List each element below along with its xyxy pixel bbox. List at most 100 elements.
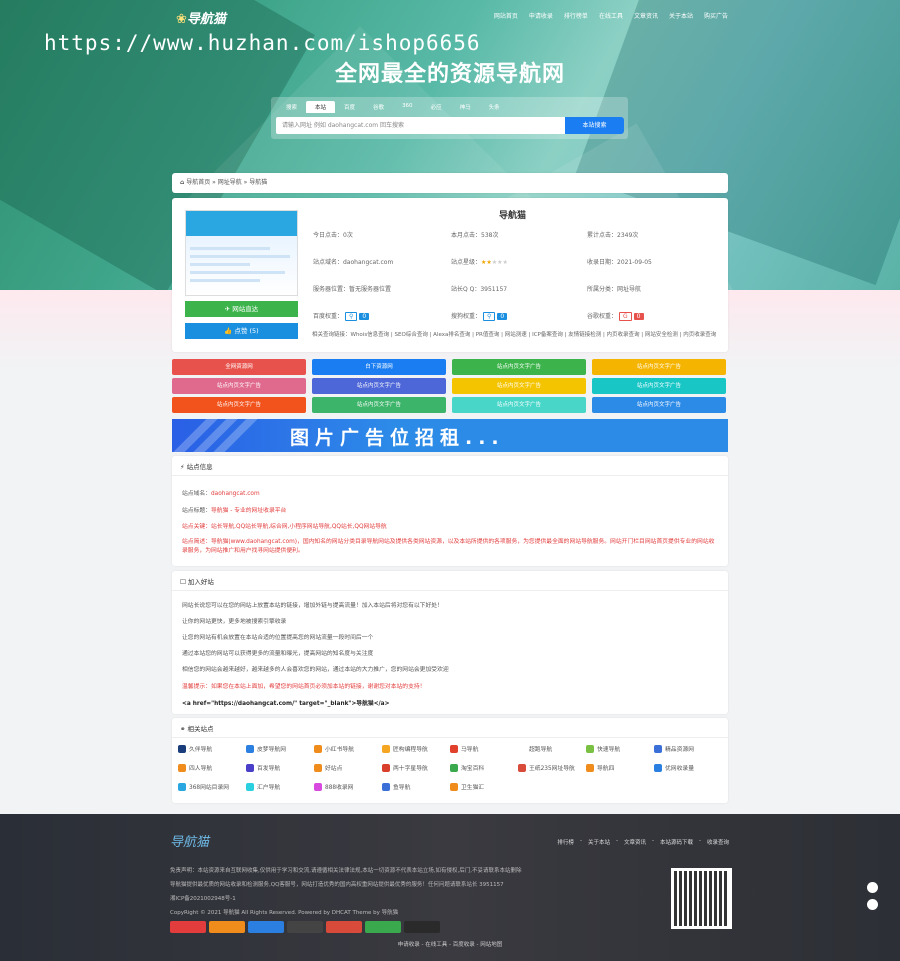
search-tab-search[interactable]: 搜索 — [277, 101, 306, 113]
related-site-label: 马导航 — [461, 747, 479, 753]
related-site-link[interactable]: 两十字星导航 — [382, 763, 450, 772]
intro-title-line: 站点标题：导航猫 - 专业的网址收录平台 — [182, 508, 287, 514]
today-clicks: 今日点击：0次 — [313, 232, 353, 239]
related-site-link[interactable]: 精品资源网 — [654, 744, 722, 753]
search-tab-baidu[interactable]: 百度 — [335, 101, 364, 113]
related-site-link[interactable]: 百发导航 — [246, 763, 314, 772]
trust-badge — [248, 921, 284, 933]
text-ad[interactable]: 站点内页文字广告 — [592, 378, 726, 394]
related-site-link[interactable]: 匠构编程导航 — [382, 744, 450, 753]
related-site-link[interactable]: 888收录网 — [314, 782, 382, 791]
search-button[interactable]: 本站搜索 — [565, 117, 624, 134]
footer-link-source[interactable]: 本站源码下载 — [660, 838, 693, 846]
site-favicon-icon — [382, 763, 390, 772]
trust-badge — [287, 921, 323, 933]
related-site-link[interactable]: 四人导航 — [178, 763, 246, 772]
related-site-link[interactable]: 马导航 — [450, 744, 518, 753]
nav-item-home[interactable]: 网站首页 — [494, 11, 518, 20]
text-ad[interactable]: 站点内页文字广告 — [172, 397, 306, 413]
related-site-link[interactable]: 汇户导航 — [246, 782, 314, 791]
related-site-label: 好站点 — [325, 766, 343, 772]
query-links[interactable]: 相关查询链接：Whois信息查询 | SEO综合查询 | Alexa排名查询 |… — [312, 331, 722, 340]
image-ad-banner[interactable]: 图片广告位招租... — [172, 419, 728, 452]
nav-item-about[interactable]: 关于本站 — [669, 11, 693, 20]
site-favicon-icon — [178, 763, 186, 772]
breadcrumb-text[interactable]: 导航首页 » 网址导航 » 导航猫 — [186, 179, 267, 186]
search-tab-toutiao[interactable]: 头条 — [480, 101, 509, 113]
text-ad[interactable]: 全网资源网 — [172, 359, 306, 375]
trust-badge — [404, 921, 440, 933]
related-site-link[interactable]: 皮梦导航网 — [246, 744, 314, 753]
related-site-link[interactable]: 快速导航 — [586, 744, 654, 753]
search-tab-bing[interactable]: 必应 — [422, 101, 451, 113]
footer-link-query[interactable]: 收录查询 — [707, 838, 729, 846]
text-ad[interactable]: 站点内页文字广告 — [312, 378, 446, 394]
related-site-link[interactable]: 卫生猫汇 — [450, 782, 518, 791]
site-domain: 站点域名：daohangcat.com — [313, 259, 394, 266]
related-site-label: 精品资源网 — [665, 747, 694, 753]
related-site-link[interactable]: 王纸235网址导航 — [518, 763, 586, 772]
site-favicon-icon — [314, 744, 322, 753]
related-site-label: 超跑导航 — [529, 747, 553, 753]
footer-link-ranking[interactable]: 排行榜 — [557, 838, 574, 846]
message-icon[interactable] — [867, 899, 878, 910]
related-site-label: 匠构编程导航 — [393, 747, 428, 753]
search-input[interactable]: 请输入网址 例如 daohangcat.com 回车搜索 — [276, 117, 565, 134]
top-nav: 网站首页 申请收录 排行榜单 在线工具 文章资讯 关于本站 购买广告 — [494, 11, 728, 20]
text-ad[interactable]: 白下资源网 — [312, 359, 446, 375]
related-site-link[interactable]: 鱼导航 — [382, 782, 450, 791]
related-site-label: 鱼导航 — [393, 785, 411, 791]
related-site-label: 四人导航 — [189, 766, 213, 772]
search-tab-shenma[interactable]: 神马 — [451, 101, 480, 113]
footer-logo[interactable]: 导航猫 — [170, 831, 209, 850]
text-ad[interactable]: 站点内页文字广告 — [312, 397, 446, 413]
text-ad[interactable]: 站点内页文字广告 — [592, 359, 726, 375]
search-tab-google[interactable]: 谷歌 — [364, 101, 393, 113]
footer-link-about[interactable]: 关于本站 — [588, 838, 610, 846]
scroll-top-icon[interactable] — [867, 882, 878, 893]
nav-item-ranking[interactable]: 排行榜单 — [564, 11, 588, 20]
footer-link-articles[interactable]: 文章资讯 — [624, 838, 646, 846]
site-favicon-icon — [382, 744, 390, 753]
footer-nav: 排行榜 - 关于本站 - 文章资讯 - 本站源码下载 - 收录查询 — [557, 838, 729, 846]
google-weight: 谷歌权重： G 0 — [587, 311, 644, 321]
site-info-card: ✈ 网站直达 👍 点赞 (5) 导航猫 今日点击：0次 本月点击：538次 累计… — [172, 198, 728, 352]
related-site-link[interactable]: 淘宝百科 — [450, 763, 518, 772]
nav-item-buy-ad[interactable]: 购买广告 — [704, 11, 728, 20]
footer-bottom-links[interactable]: 申请收录 - 在线工具 - 百度收录 - 网站地图 — [0, 940, 900, 948]
related-site-link[interactable]: 好站点 — [314, 763, 382, 772]
text-ad[interactable]: 站点内页文字广告 — [452, 397, 586, 413]
join-card: ☐ 加入好站 网站长说您可以在您的网站上放置本站的链接，增加外链与提高流量！加入… — [172, 571, 728, 714]
nav-item-tools[interactable]: 在线工具 — [599, 11, 623, 20]
site-logo[interactable]: ❀导航猫 — [176, 8, 226, 27]
related-site-link[interactable]: 小红书导航 — [314, 744, 382, 753]
search-tab-site[interactable]: 本站 — [306, 101, 336, 113]
join-line-5: 相信您的网站会越来越好，越来越多的人会喜欢您的网站，通过本站的大力推广，您的网站… — [182, 667, 449, 673]
text-ad[interactable]: 站点内页文字广告 — [172, 378, 306, 394]
related-site-link[interactable]: 超跑导航 — [518, 744, 586, 753]
footer: 导航猫 排行榜 - 关于本站 - 文章资讯 - 本站源码下载 - 收录查询 免责声明：本… — [0, 814, 900, 961]
site-favicon-icon — [246, 782, 254, 791]
related-site-link[interactable]: 368网站目录网 — [178, 782, 246, 791]
related-site-label: 卫生猫汇 — [461, 785, 485, 791]
qr-code — [671, 868, 732, 929]
site-screenshot — [185, 210, 298, 296]
home-icon: ⌂ — [180, 179, 185, 186]
like-button[interactable]: 👍 点赞 (5) — [185, 323, 298, 339]
text-ad[interactable]: 站点内页文字广告 — [452, 359, 586, 375]
site-favicon-icon — [586, 744, 594, 753]
search-tab-360[interactable]: 360 — [393, 101, 422, 113]
related-site-link[interactable]: 导航四 — [586, 763, 654, 772]
nav-item-articles[interactable]: 文章资讯 — [634, 11, 658, 20]
text-ad[interactable]: 站点内页文字广告 — [592, 397, 726, 413]
related-site-link[interactable]: 优网收录量 — [654, 763, 722, 772]
nav-item-submit[interactable]: 申请收录 — [529, 11, 553, 20]
month-clicks: 本月点击：538次 — [451, 232, 499, 239]
footer-icp[interactable]: 湘ICP备2021002948号-1 — [170, 894, 236, 902]
trust-badge — [326, 921, 362, 933]
related-site-link[interactable]: 久伴导航 — [178, 744, 246, 753]
visit-site-button[interactable]: ✈ 网站直达 — [185, 301, 298, 317]
server-location: 服务器位置：暂无服务器位置 — [313, 286, 392, 293]
site-qq: 站长Q Q：3951157 — [451, 286, 508, 293]
text-ad[interactable]: 站点内页文字广告 — [452, 378, 586, 394]
